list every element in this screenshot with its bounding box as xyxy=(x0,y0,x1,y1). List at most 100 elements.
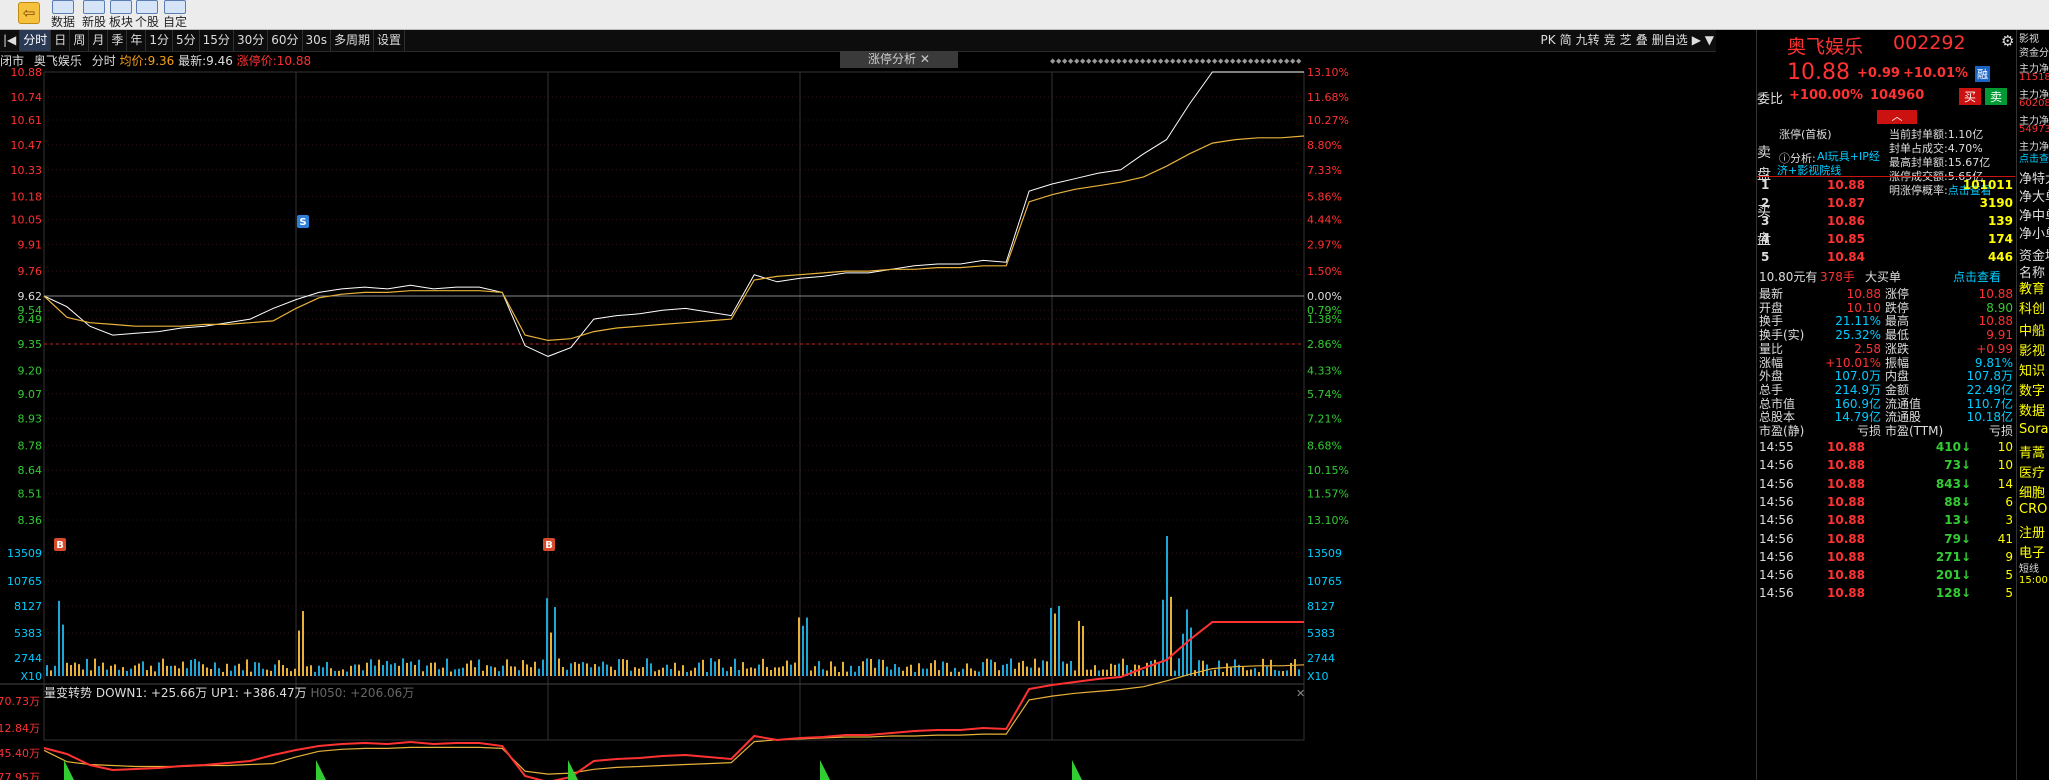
volume-bar xyxy=(1250,669,1252,676)
volume-bar xyxy=(98,666,100,676)
volume-bar xyxy=(1146,662,1148,676)
volume-bar xyxy=(266,669,268,676)
vol-tick: 10765 xyxy=(7,575,42,588)
bid-row[interactable]: 4 10.85 174 xyxy=(1757,232,2015,250)
volume-bar xyxy=(1166,536,1168,676)
volume-bar xyxy=(458,668,460,676)
volume-bar xyxy=(170,665,172,676)
volume-bar xyxy=(1066,663,1068,676)
volume-bar xyxy=(1050,607,1052,676)
volume-bar xyxy=(750,667,752,676)
volume-bar xyxy=(866,658,868,676)
volume-bar xyxy=(438,669,440,676)
volume-bar xyxy=(830,661,832,676)
volume-bar xyxy=(362,670,364,676)
side-info-item: 科创 xyxy=(2019,302,2046,317)
volume-bar xyxy=(634,667,636,676)
bid-list: 1 10.88 101011 2 10.87 3190 3 10.86 139 4 10.85 174… xyxy=(1757,178,2015,268)
volume-bar xyxy=(782,666,784,676)
price-tick: 10.88 xyxy=(11,66,43,79)
volume-bar xyxy=(502,665,504,676)
volume-bar xyxy=(338,670,340,676)
side-info-item: 中船 xyxy=(2019,324,2046,339)
volume-bar xyxy=(114,664,116,676)
expand-arrow-icon[interactable]: ︿ xyxy=(1877,110,1917,124)
volume-bar xyxy=(966,663,968,676)
pct-tick: 8.80% xyxy=(1307,139,1342,152)
volume-bar xyxy=(770,669,772,676)
side-info-item: 15:00 xyxy=(2019,575,2048,586)
bid-row[interactable]: 2 10.87 3190 xyxy=(1757,196,2015,214)
pct-tick: 7.33% xyxy=(1307,164,1342,177)
volume-bar xyxy=(722,667,724,676)
volume-bar xyxy=(58,600,60,676)
volume-bar xyxy=(650,663,652,676)
volume-bar xyxy=(142,661,144,676)
indicator-title: 量变转势 DOWN1: +25.66万 UP1: +386.47万 H050: … xyxy=(44,685,414,700)
analysis-text[interactable]: AI玩具+IP经济+影视院线 xyxy=(1777,150,1883,178)
volume-bar xyxy=(494,667,496,676)
price-tick: 10.18 xyxy=(11,190,43,203)
volume-bar xyxy=(1018,662,1020,676)
price-tick: 10.33 xyxy=(11,164,43,177)
volume-bar xyxy=(1110,663,1112,676)
volume-bar xyxy=(1042,660,1044,676)
volume-bar xyxy=(1054,613,1056,676)
volume-bar xyxy=(110,665,112,676)
volume-bar xyxy=(66,662,68,676)
sell-button[interactable]: 卖 xyxy=(1985,88,2008,105)
volume-bar xyxy=(874,667,876,676)
volume-bar xyxy=(942,661,944,676)
bid-row[interactable]: 5 10.84 446 xyxy=(1757,250,2015,268)
bid-row[interactable]: 1 10.88 101011 xyxy=(1757,178,2015,196)
vol-tick-right: 5383 xyxy=(1307,627,1335,640)
pct-tick: 2.86% xyxy=(1307,338,1342,351)
indicator-green-flag xyxy=(64,760,74,780)
volume-bar xyxy=(914,671,916,676)
volume-bar xyxy=(482,670,484,676)
volume-bar xyxy=(898,667,900,676)
settings-icon[interactable]: ⚙ xyxy=(2001,32,2014,50)
trade-marker: S xyxy=(297,215,309,228)
side-info-item: 电子 xyxy=(2019,546,2046,561)
chart-frame xyxy=(43,71,1305,741)
volume-bar xyxy=(1010,658,1012,676)
side-info-item: 资金分 xyxy=(2019,48,2049,59)
volume-bar xyxy=(670,668,672,676)
volume-bar xyxy=(606,664,608,676)
volume-bar xyxy=(734,658,736,676)
side-info-item: 11518 xyxy=(2019,72,2049,83)
big-order-link[interactable]: 点击查看 xyxy=(1953,268,2001,285)
volume-bar xyxy=(1114,664,1116,676)
stat-row: 总股本 14.79亿 流通股 10.18亿 xyxy=(1759,410,2013,425)
volume-bar xyxy=(1006,663,1008,676)
volume-bar xyxy=(1154,659,1156,676)
volume-bar xyxy=(262,668,264,676)
volume-bar xyxy=(934,660,936,676)
volume-bar xyxy=(918,663,920,676)
volume-bar xyxy=(922,668,924,676)
volume-bar xyxy=(70,665,72,676)
pct-tick: 7.21% xyxy=(1307,413,1342,426)
volume-bar xyxy=(538,668,540,676)
volume-bar xyxy=(422,671,424,676)
volume-bar xyxy=(374,665,376,676)
volume-bar xyxy=(1246,670,1248,676)
pct-tick: 10.27% xyxy=(1307,114,1349,127)
volume-bar xyxy=(214,662,216,676)
volume-bar xyxy=(786,660,788,676)
chart-series xyxy=(43,71,1305,357)
volume-bar xyxy=(1058,605,1060,676)
volume-bar xyxy=(522,660,524,676)
bid-row[interactable]: 3 10.86 139 xyxy=(1757,214,2015,232)
volume-bar xyxy=(270,670,272,676)
price-tick: 8.78 xyxy=(18,439,43,452)
volume-bar xyxy=(350,665,352,676)
volume-bar xyxy=(574,662,576,676)
side-info-item: 60208 xyxy=(2019,98,2049,109)
volume-bar xyxy=(342,669,344,676)
volume-bar xyxy=(206,667,208,676)
volume-bar xyxy=(246,659,248,676)
stat-row: 总市值 160.9亿 流通值 110.7亿 xyxy=(1759,396,2013,411)
buy-button[interactable]: 买 xyxy=(1959,88,1982,105)
